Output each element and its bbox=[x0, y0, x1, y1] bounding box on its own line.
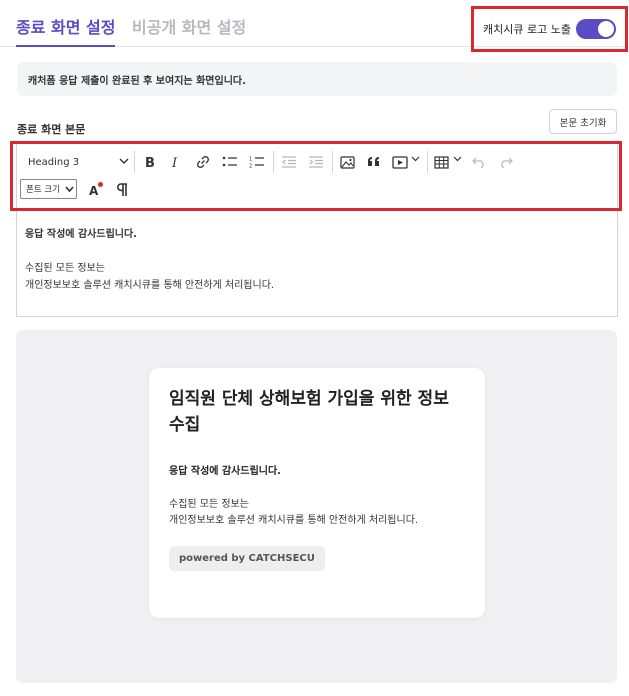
logo-toggle-label: 캐치시큐 로고 노출 bbox=[483, 23, 571, 36]
editor-spacer bbox=[25, 243, 609, 260]
powered-by-badge: powered by CATCHSECU bbox=[169, 545, 325, 571]
preview-bold-line: 응답 작성에 감사드립니다. bbox=[169, 465, 281, 477]
toolbar-highlight bbox=[10, 141, 622, 211]
info-banner: 캐처폼 응답 제출이 완료된 후 보여지는 화면입니다. bbox=[17, 62, 617, 96]
reset-body-button[interactable]: 본문 초기화 bbox=[549, 109, 617, 134]
tab-private-screen[interactable]: 비공개 화면 설정 bbox=[132, 14, 246, 38]
section-label: 종료 화면 본문 bbox=[17, 123, 86, 136]
preview-area: 임직원 단체 상해보험 가입을 위한 정보 수집 응답 작성에 감사드립니다. … bbox=[16, 330, 617, 683]
preview-card: 임직원 단체 상해보험 가입을 위한 정보 수집 응답 작성에 감사드립니다. … bbox=[149, 368, 485, 618]
editor-bold-line: 응답 작성에 감사드립니다. bbox=[25, 229, 137, 240]
preview-text: 수집된 모든 정보는 개인정보보호 솔루션 캐치시큐를 통해 안전하게 처리됩니… bbox=[169, 497, 465, 530]
tab-end-screen[interactable]: 종료 화면 설정 bbox=[16, 14, 116, 47]
preview-line-2: 개인정보보호 솔루션 캐치시큐를 통해 안전하게 처리됩니다. bbox=[169, 515, 419, 527]
preview-title: 임직원 단체 상해보험 가입을 위한 정보 수집 bbox=[169, 389, 449, 436]
toggle-knob bbox=[598, 21, 614, 37]
editor-line-2: 개인정보보호 솔루션 캐치시큐를 통해 안전하게 처리됩니다. bbox=[25, 280, 275, 291]
logo-toggle-highlight: 캐치시큐 로고 노출 bbox=[471, 6, 628, 52]
editor-content[interactable]: 응답 작성에 감사드립니다. 수집된 모든 정보는 개인정보보호 솔루션 캐치시… bbox=[17, 211, 617, 316]
preview-line-1: 수집된 모든 정보는 bbox=[169, 498, 249, 510]
logo-toggle-switch[interactable] bbox=[576, 19, 616, 39]
editor-line-1: 수집된 모든 정보는 bbox=[25, 263, 105, 274]
